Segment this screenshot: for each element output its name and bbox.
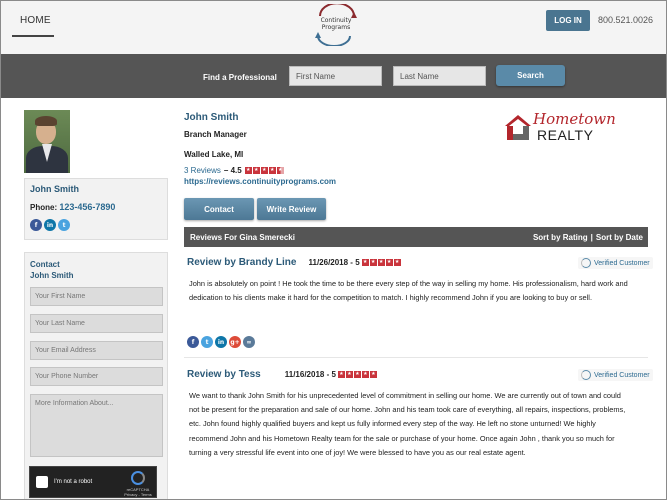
recaptcha-icon [131, 471, 145, 485]
find-professional-bar: Find a Professional First Name Last Name… [0, 54, 667, 98]
star-icon: ★ [244, 167, 252, 174]
review-date: 11/26/2018 - 5 ★ ★ ★ ★ ★ [308, 258, 401, 267]
last-name-search-input[interactable]: Last Name [393, 66, 486, 86]
last-name-field[interactable]: Your Last Name [30, 314, 163, 333]
star-icon: ★ [252, 167, 260, 174]
sort-links: Sort by Rating | Sort by Date [532, 233, 643, 242]
review-body: We want to thank John Smith for his unpr… [189, 391, 626, 457]
logo-text: Continuity Programs [320, 17, 352, 31]
star-icon: ★ [353, 371, 361, 378]
star-icon: ★ [361, 371, 369, 378]
star-icon: ★ [260, 167, 268, 174]
recaptcha-label: I'm not a robot [54, 479, 93, 485]
review-date: 11/16/2018 - 5 ★ ★ ★ ★ ★ [284, 370, 377, 379]
reviews-header-bar: Reviews For Gina Smerecki Sort by Rating… [184, 227, 648, 247]
linkedin-icon[interactable]: in [44, 219, 56, 231]
sort-by-rating-link[interactable]: Sort by Rating [533, 233, 588, 242]
agent-photo [24, 110, 70, 173]
star-icon: ★ [369, 371, 377, 378]
verified-customer-badge: Verified Customer [578, 257, 653, 269]
agent-name: John Smith [30, 184, 79, 194]
star-icon: ★ [377, 259, 385, 266]
google-plus-icon[interactable]: g+ [229, 336, 241, 348]
rating-score: – 4.5 [223, 166, 242, 175]
email-field[interactable]: Your Email Address [30, 341, 163, 360]
verified-customer-badge: Verified Customer [578, 369, 653, 381]
star-icon: ★ [268, 167, 276, 174]
review-header: Review by Tess 11/16/2018 - 5 ★ ★ ★ ★ ★ [187, 369, 377, 380]
phone-field[interactable]: Your Phone Number [30, 367, 163, 386]
review-stars: ★ ★ ★ ★ ★ [361, 259, 401, 266]
nav-active-underline [12, 35, 54, 37]
profile-title: Branch Manager [184, 130, 247, 139]
hometown-realty-logo: Hometown REALTY [503, 110, 616, 146]
star-icon: ★ [393, 259, 401, 266]
contact-form-title: Contact John Smith [30, 260, 74, 280]
review-divider [184, 357, 648, 358]
facebook-icon[interactable]: f [30, 219, 42, 231]
review-header: Review by Brandy Line 11/26/2018 - 5 ★ ★ ★… [187, 257, 401, 268]
recaptcha-widget: I'm not a robot reCAPTCHA Privacy - Term… [29, 466, 157, 498]
search-button[interactable]: Search [496, 65, 565, 86]
profile-name: John Smith [184, 112, 239, 123]
star-half-icon: ★ [276, 167, 284, 174]
find-professional-label: Find a Professional [203, 73, 277, 82]
profile-location: Walled Lake, MI [184, 150, 244, 159]
write-review-button[interactable]: Write Review [257, 198, 326, 220]
login-button[interactable]: LOG IN [546, 10, 590, 31]
linkedin-icon[interactable]: in [215, 336, 227, 348]
review-share-links: f t in g+ ∞ [187, 336, 255, 348]
recaptcha-checkbox[interactable] [36, 476, 48, 488]
twitter-icon[interactable]: t [201, 336, 213, 348]
star-icon: ★ [361, 259, 369, 266]
profile-rating: 3 Reviews – 4.5 ★ ★ ★ ★ ★ [184, 166, 284, 175]
rating-stars: ★ ★ ★ ★ ★ [244, 167, 284, 174]
top-header: HOME Continuity Programs LOG IN 800.521.… [0, 0, 667, 54]
first-name-field[interactable]: Your First Name [30, 287, 163, 306]
sort-by-date-link[interactable]: Sort by Date [596, 233, 643, 242]
brand-name: Hometown [533, 110, 616, 128]
profile-url-link[interactable]: https://reviews.continuityprograms.com [184, 177, 336, 186]
facebook-icon[interactable]: f [187, 336, 199, 348]
agent-phone: Phone: 123-456-7890 [30, 202, 116, 212]
star-icon: ★ [345, 371, 353, 378]
review-stars: ★ ★ ★ ★ ★ [337, 371, 377, 378]
contact-form: Contact John Smith Your First Name Your … [24, 252, 168, 500]
agent-phone-link[interactable]: 123-456-7890 [59, 202, 115, 212]
first-name-search-input[interactable]: First Name [289, 66, 382, 86]
verified-icon [581, 370, 591, 380]
reviews-count-link[interactable]: 3 Reviews [184, 166, 221, 175]
contact-button[interactable]: Contact [184, 198, 254, 220]
more-info-textarea[interactable]: More Information About... [30, 394, 163, 457]
reviews-for-title: Reviews For Gina Smerecki [190, 233, 295, 242]
star-icon: ★ [337, 371, 345, 378]
header-phone[interactable]: 800.521.0026 [598, 15, 653, 25]
twitter-icon[interactable]: t [58, 219, 70, 231]
review-author: Review by Brandy Line [187, 257, 297, 268]
agent-social-links: f in t [30, 219, 70, 231]
brand-subname: REALTY [537, 127, 594, 143]
star-icon: ★ [385, 259, 393, 266]
verified-icon [581, 258, 591, 268]
agent-card: John Smith Phone: 123-456-7890 f in t [24, 178, 168, 240]
recaptcha-brand: reCAPTCHA Privacy - Terms [124, 487, 152, 497]
star-icon: ★ [369, 259, 377, 266]
link-icon[interactable]: ∞ [243, 336, 255, 348]
review-author: Review by Tess [187, 369, 261, 380]
review-body: John is absolutely on point ! He took th… [189, 279, 628, 303]
nav-home-link[interactable]: HOME [20, 15, 51, 26]
house-icon [505, 115, 531, 140]
